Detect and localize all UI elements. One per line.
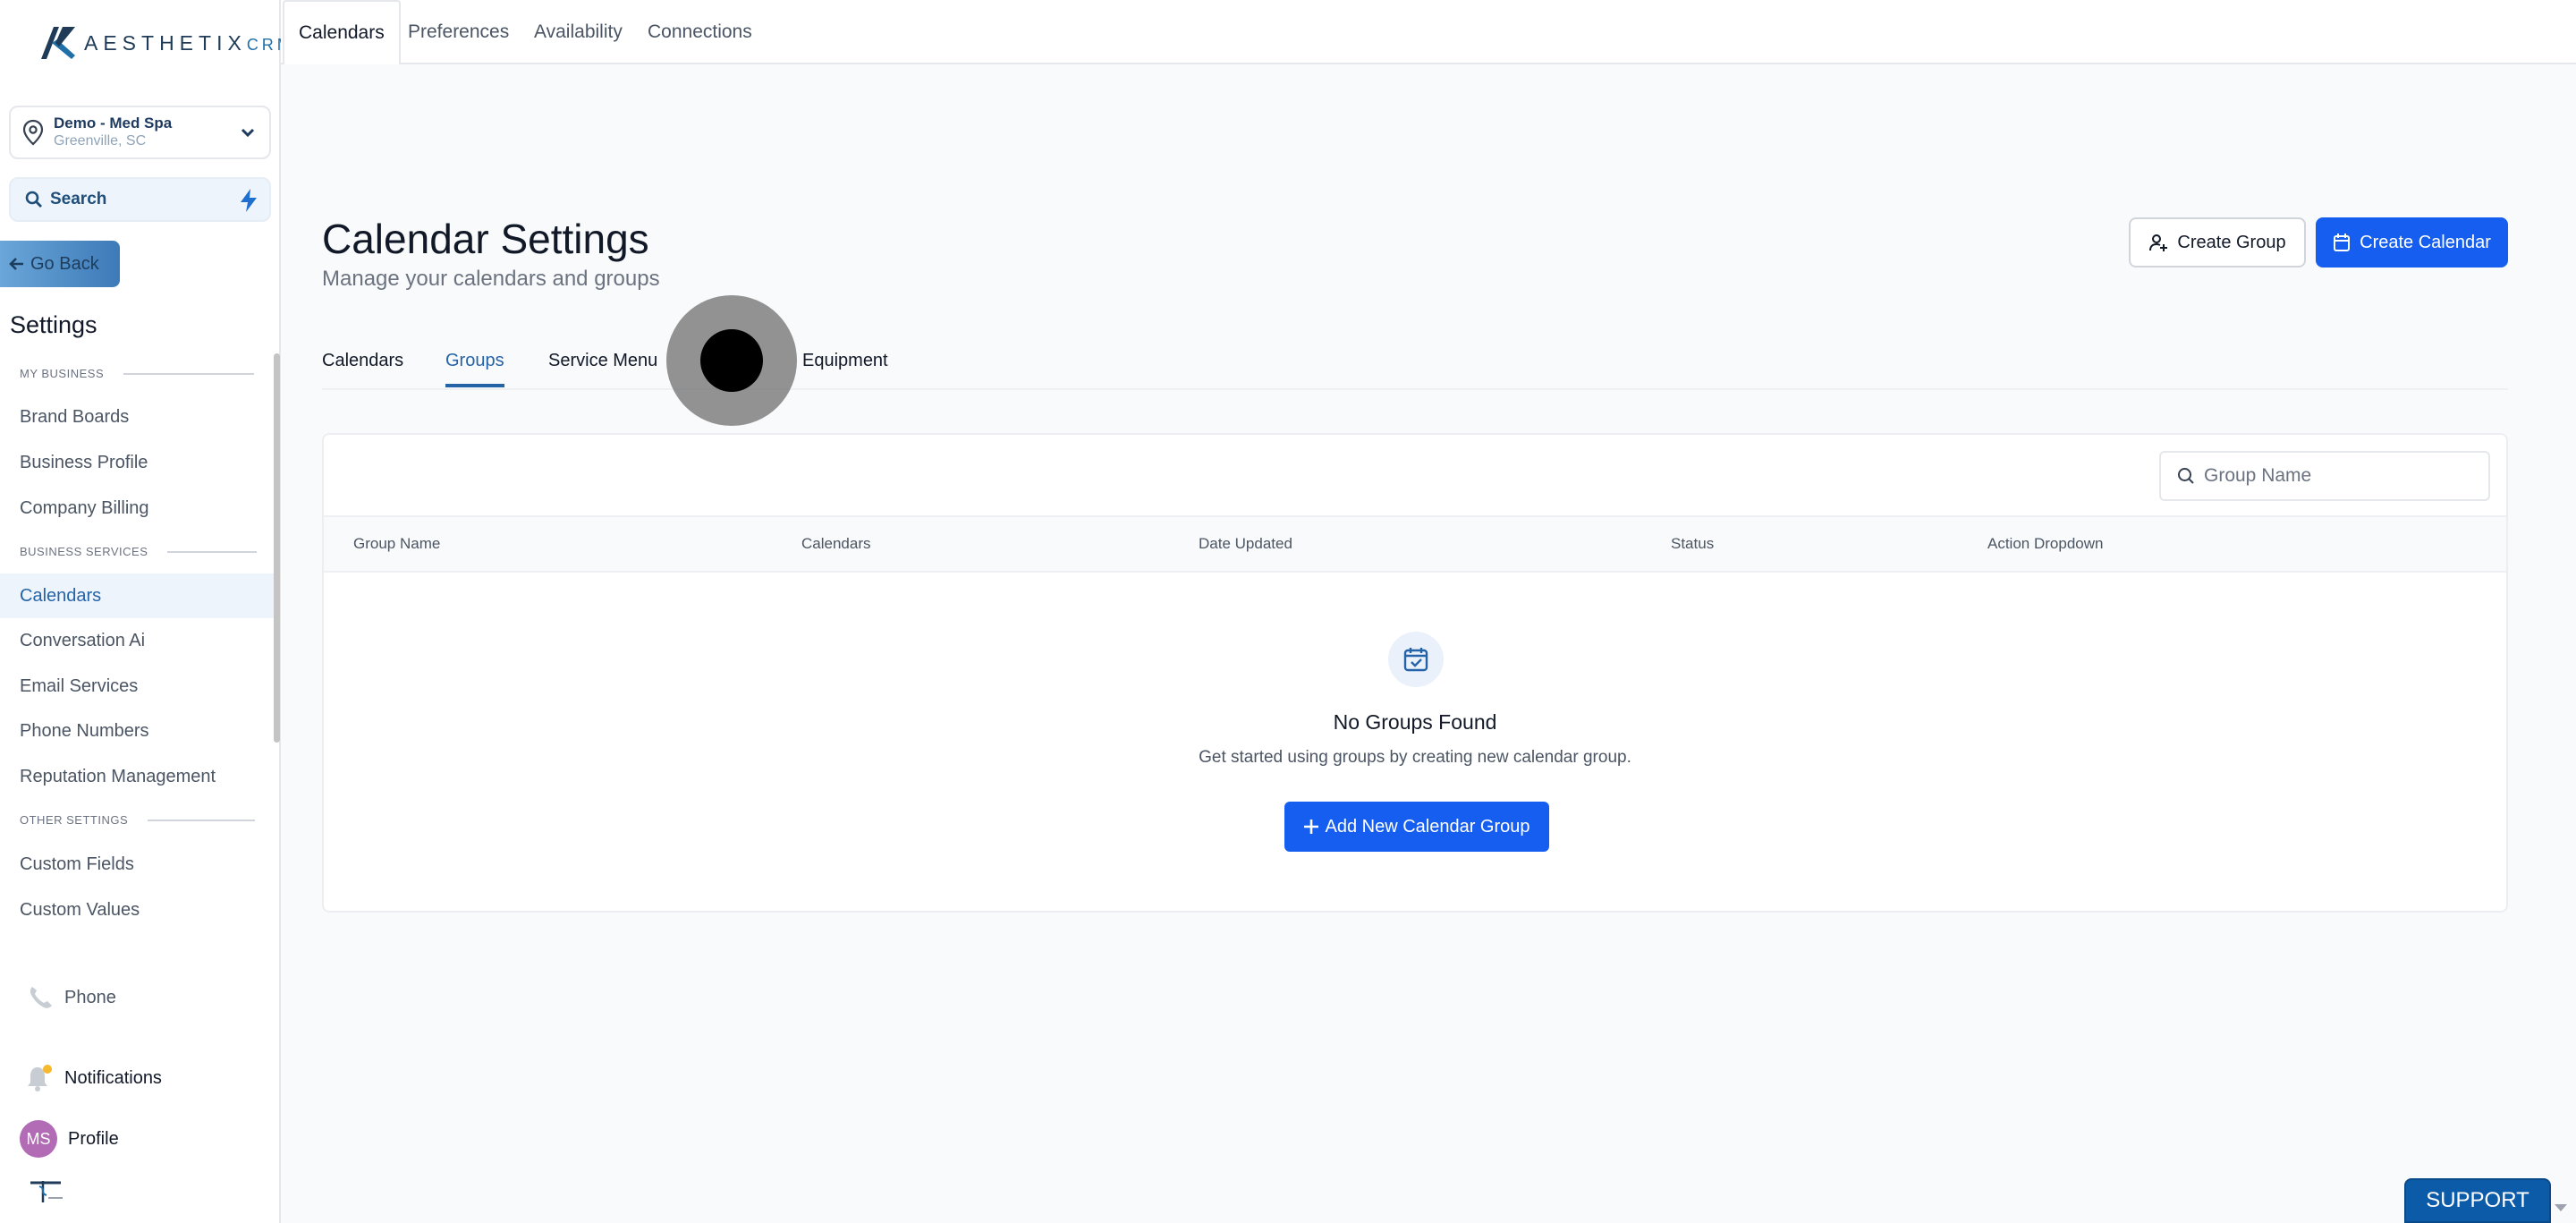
search-icon <box>2178 468 2194 484</box>
sub-tabs: Calendars Groups Service Menu Equipment <box>322 340 2508 390</box>
top-tab-availability[interactable]: Availability <box>520 0 637 64</box>
create-calendar-label: Create Calendar <box>2360 232 2491 252</box>
create-group-button[interactable]: Create Group <box>2129 217 2306 268</box>
profile-label: Profile <box>68 1128 119 1149</box>
section-business-services: BUSINESS SERVICES <box>20 545 258 558</box>
search-label: Search <box>50 190 107 208</box>
sidebar-item-company-billing[interactable]: Company Billing <box>0 486 274 531</box>
sidebar-item-email-services[interactable]: Email Services <box>0 664 274 709</box>
sidebar-item-brand-boards[interactable]: Brand Boards <box>0 395 274 439</box>
sidebar-item-reputation-management[interactable]: Reputation Management <box>0 754 274 799</box>
sidebar-item-conversation-ai[interactable]: Conversation Ai <box>0 618 274 663</box>
go-back-button[interactable]: Go Back <box>0 241 120 287</box>
add-new-calendar-group-button[interactable]: Add New Calendar Group <box>1284 802 1549 852</box>
logo-icon <box>41 27 75 59</box>
sidebar-item-calendars[interactable]: Calendars <box>0 573 274 618</box>
top-tabs-bar: Calendars Preferences Availability Conne… <box>281 0 2576 64</box>
create-group-label: Create Group <box>2177 232 2286 252</box>
profile-button[interactable]: MS Profile <box>20 1120 119 1158</box>
column-header-action-dropdown: Action Dropdown <box>1987 535 2104 552</box>
go-back-label: Go Back <box>30 253 99 274</box>
phone-icon <box>30 987 52 1008</box>
scroll-down-arrow-icon[interactable] <box>2555 1204 2567 1211</box>
top-tab-connections[interactable]: Connections <box>633 0 767 64</box>
groups-table-card: Group Name Calendars Date Updated Status… <box>322 433 2508 913</box>
phone-label: Phone <box>64 987 116 1007</box>
calendar-icon <box>2334 234 2351 251</box>
sidebar-item-business-profile[interactable]: Business Profile <box>0 440 274 485</box>
caduceus-logo-icon <box>30 1181 63 1202</box>
column-header-date-updated[interactable]: Date Updated <box>1199 535 1292 553</box>
map-pin-icon <box>22 119 44 146</box>
empty-state-title: No Groups Found <box>1333 710 1497 734</box>
section-other-settings: OTHER SETTINGS <box>20 813 256 827</box>
sidebar: AESTHETIXCRM Demo - Med Spa Greenville, … <box>0 0 291 1223</box>
plus-icon <box>1304 820 1319 834</box>
sidebar-item-custom-values[interactable]: Custom Values <box>0 888 274 932</box>
calendar-check-icon <box>1403 648 1428 672</box>
column-header-calendars[interactable]: Calendars <box>801 535 871 553</box>
notifications-label: Notifications <box>64 1067 162 1088</box>
empty-state-icon <box>1388 632 1444 687</box>
lightning-icon[interactable] <box>239 188 258 213</box>
sidebar-item-custom-fields[interactable]: Custom Fields <box>0 842 274 887</box>
sidebar-item-phone-numbers[interactable]: Phone Numbers <box>0 709 274 753</box>
sidebar-search[interactable]: Search <box>9 177 271 222</box>
arrow-left-icon <box>9 258 23 270</box>
group-name-search[interactable] <box>2159 451 2490 501</box>
sidebar-scrollbar[interactable] <box>274 353 280 743</box>
add-new-calendar-group-label: Add New Calendar Group <box>1325 816 1530 837</box>
click-indicator <box>666 295 797 426</box>
location-city: Greenville, SC <box>54 133 147 149</box>
brand-logo[interactable]: AESTHETIXCRM <box>39 25 294 61</box>
logo-text: AESTHETIXCRM <box>84 30 294 55</box>
tab-equipment[interactable]: Equipment <box>802 351 888 384</box>
tab-groups[interactable]: Groups <box>445 351 504 387</box>
support-button[interactable]: SUPPORT <box>2404 1178 2551 1223</box>
group-name-search-input[interactable] <box>2204 465 2472 487</box>
page-title: Calendar Settings <box>322 216 649 262</box>
phone-button[interactable]: Phone <box>27 984 116 1011</box>
settings-title: Settings <box>10 311 97 338</box>
top-tab-preferences[interactable]: Preferences <box>394 0 523 64</box>
table-header: Group Name Calendars Date Updated Status… <box>324 515 2506 573</box>
column-header-group-name[interactable]: Group Name <box>353 535 440 553</box>
chevron-down-icon <box>241 128 255 138</box>
tab-calendars[interactable]: Calendars <box>322 351 403 384</box>
bell-icon <box>28 1065 52 1091</box>
top-tab-calendars[interactable]: Calendars <box>283 0 401 64</box>
avatar: MS <box>20 1120 57 1158</box>
empty-state-description: Get started using groups by creating new… <box>1199 748 1631 767</box>
page-subtitle: Manage your calendars and groups <box>322 267 660 291</box>
column-header-status[interactable]: Status <box>1671 535 1714 553</box>
add-user-icon <box>2149 234 2168 251</box>
page-scrollbar-track[interactable] <box>2549 64 2576 1223</box>
location-name: Demo - Med Spa <box>54 115 173 132</box>
section-my-business: MY BUSINESS <box>20 367 255 380</box>
search-icon <box>25 191 42 208</box>
location-switcher[interactable]: Demo - Med Spa Greenville, SC <box>9 106 271 159</box>
notifications-button[interactable]: Notifications <box>25 1063 162 1093</box>
create-calendar-button[interactable]: Create Calendar <box>2316 217 2508 268</box>
tab-service-menu[interactable]: Service Menu <box>548 351 657 384</box>
click-indicator-dot <box>700 329 763 392</box>
